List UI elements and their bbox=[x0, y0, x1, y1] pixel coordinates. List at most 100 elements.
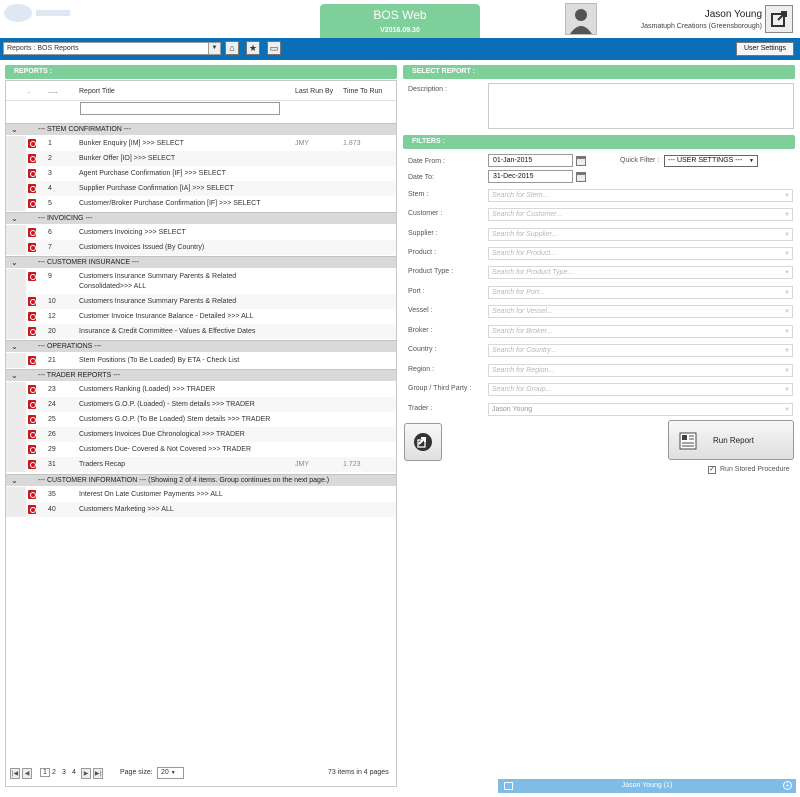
checkbox-checked-icon[interactable]: ✓ bbox=[708, 466, 716, 474]
pdf-icon bbox=[28, 184, 36, 193]
date-from-input[interactable]: 01-Jan-2015 bbox=[488, 154, 573, 167]
star-icon: ★ bbox=[248, 42, 258, 53]
broker-label: Broker : bbox=[408, 327, 433, 334]
pdf-icon bbox=[28, 297, 36, 306]
page-size-select[interactable]: 20 ▼ bbox=[157, 767, 184, 779]
broker-search-input[interactable]: Search for Broker... ▼ bbox=[488, 325, 793, 338]
col-header-last-run[interactable]: Last Run By bbox=[295, 88, 333, 95]
table-row[interactable]: 10 Customers Insurance Summary Parents & … bbox=[6, 294, 396, 309]
table-row[interactable]: 5 Customer/Broker Purchase Confirmation [… bbox=[6, 196, 396, 211]
group-header[interactable]: ⌄ --- OPERATIONS --- bbox=[6, 340, 396, 352]
group-header[interactable]: ⌄ --- CUSTOMER INSURANCE --- bbox=[6, 256, 396, 268]
pdf-icon bbox=[28, 327, 36, 336]
region-search-input[interactable]: Search for Region... ▼ bbox=[488, 364, 793, 377]
page-4-button[interactable]: 4 bbox=[72, 769, 76, 776]
next-page-button[interactable]: ▶ bbox=[81, 768, 91, 779]
page-2-button[interactable]: 2 bbox=[52, 769, 56, 776]
product-type-search-input[interactable]: Search for Product Type... ▼ bbox=[488, 266, 793, 279]
product-type-label: Product Type : bbox=[408, 268, 454, 275]
collapse-icon[interactable]: ⌄ bbox=[11, 213, 18, 225]
stem-search-input[interactable]: Search for Stem... ▼ bbox=[488, 189, 793, 202]
table-row[interactable]: 26 Customers Invoices Due Chronological >… bbox=[6, 427, 396, 442]
table-row[interactable]: 4 Supplier Purchase Confirmation [IA] >>>… bbox=[6, 181, 396, 196]
first-page-button[interactable]: |◀ bbox=[10, 768, 20, 779]
table-row[interactable]: 31 Traders Recap JMY 1.723 bbox=[6, 457, 396, 472]
stem-label: Stem : bbox=[408, 191, 429, 198]
port-search-input[interactable]: Search for Port... ▼ bbox=[488, 286, 793, 299]
table-row[interactable]: 21 Stem Positions (To Be Loaded) By ETA -… bbox=[6, 353, 396, 368]
trader-input[interactable]: Jason Young ▼ bbox=[488, 403, 793, 416]
pdf-icon bbox=[28, 445, 36, 454]
table-row[interactable]: 29 Customers Due- Covered & Not Covered >… bbox=[6, 442, 396, 457]
quick-filter-label: Quick Filter : bbox=[620, 157, 660, 164]
collapse-icon[interactable]: ⌄ bbox=[11, 124, 18, 136]
table-row[interactable]: 9 Customers Insurance Summary Parents & R… bbox=[6, 269, 396, 294]
group-header[interactable]: ⌄ --- CUSTOMER INFORMATION --- (Showing 2… bbox=[6, 474, 396, 486]
building-icon bbox=[504, 782, 513, 790]
product-search-input[interactable]: Search for Product... ▼ bbox=[488, 247, 793, 260]
user-name: Jason Young bbox=[704, 9, 762, 20]
table-row[interactable]: 24 Customers G.O.P. (Loaded) - Stem detai… bbox=[6, 397, 396, 412]
home-button[interactable]: ⌂ bbox=[225, 41, 239, 55]
page-1-button[interactable]: 1 bbox=[40, 768, 50, 777]
supplier-search-input[interactable]: Search for Supplier... ▼ bbox=[488, 228, 793, 241]
expand-icon[interactable]: + bbox=[783, 781, 792, 790]
toolbar: Reports : BOS Reports ▼ ⌂ ★ ▭ User Setti… bbox=[0, 38, 800, 60]
collapse-icon[interactable]: ⌄ bbox=[11, 257, 18, 269]
group-label: Group / Third Party : bbox=[408, 385, 472, 392]
date-to-label: Date To: bbox=[408, 174, 434, 181]
col-header-title[interactable]: Report Title bbox=[79, 88, 115, 95]
date-to-input[interactable]: 31-Dec-2015 bbox=[488, 170, 573, 183]
table-row[interactable]: 6 Customers Invoicing >>> SELECT bbox=[6, 225, 396, 240]
table-row[interactable]: 40 Customers Marketing >>> ALL bbox=[6, 502, 396, 517]
group-header[interactable]: ⌄ --- STEM CONFIRMATION --- bbox=[6, 123, 396, 135]
collapse-icon[interactable]: ⌄ bbox=[11, 370, 18, 382]
user-avatar[interactable] bbox=[565, 3, 597, 35]
col-header-number[interactable]: ..... bbox=[48, 88, 58, 95]
table-row[interactable]: 1 Bunker Enquiry [IM] >>> SELECT JMY 1.873 bbox=[6, 136, 396, 151]
group-search-input[interactable]: Search for Group... ▼ bbox=[488, 383, 793, 396]
calendar-icon[interactable] bbox=[576, 156, 586, 166]
table-row[interactable]: 25 Customers G.O.P. (To Be Loaded) Stem d… bbox=[6, 412, 396, 427]
pdf-icon bbox=[28, 430, 36, 439]
last-page-button[interactable]: ▶| bbox=[93, 768, 103, 779]
pdf-icon bbox=[28, 154, 36, 163]
table-row[interactable]: 2 Bunker Offer [IO] >>> SELECT bbox=[6, 151, 396, 166]
table-row[interactable]: 3 Agent Purchase Confirmation [IF] >>> SE… bbox=[6, 166, 396, 181]
collapse-icon[interactable]: ⌄ bbox=[11, 475, 18, 487]
table-row[interactable]: 35 Interest On Late Customer Payments >>>… bbox=[6, 487, 396, 502]
grid-header: . ..... Report Title Last Run By Time To… bbox=[6, 81, 396, 101]
export-button[interactable] bbox=[404, 423, 442, 461]
window-button[interactable]: ▭ bbox=[267, 41, 281, 55]
group-header[interactable]: ⌄ --- TRADER REPORTS --- bbox=[6, 369, 396, 381]
customer-search-input[interactable]: Search for Customer... ▼ bbox=[488, 208, 793, 221]
collapse-icon[interactable]: ⌄ bbox=[11, 341, 18, 353]
chat-bar[interactable]: Jason Young (1) + bbox=[498, 779, 796, 793]
favorites-button[interactable]: ★ bbox=[246, 41, 260, 55]
pdf-icon bbox=[28, 415, 36, 424]
calendar-icon[interactable] bbox=[576, 172, 586, 182]
col-header-time[interactable]: Time To Run bbox=[343, 88, 382, 95]
chevron-down-icon[interactable]: ▼ bbox=[208, 43, 220, 54]
prev-page-button[interactable]: ◀ bbox=[22, 768, 32, 779]
pager-summary: 73 items in 4 pages bbox=[328, 769, 389, 776]
pdf-icon bbox=[28, 356, 36, 365]
description-label: Description : bbox=[408, 86, 447, 93]
home-icon: ⌂ bbox=[229, 43, 235, 53]
pdf-icon bbox=[28, 243, 36, 252]
vessel-search-input[interactable]: Search for Vessel... ▼ bbox=[488, 305, 793, 318]
date-from-label: Date From : bbox=[408, 158, 445, 165]
run-report-button[interactable]: Run Report bbox=[668, 420, 794, 460]
country-search-input[interactable]: Search for Country... ▼ bbox=[488, 344, 793, 357]
quick-filter-select[interactable]: --- USER SETTINGS --- ▼ bbox=[664, 155, 758, 167]
table-row[interactable]: 23 Customers Ranking (Loaded) >>> TRADER bbox=[6, 382, 396, 397]
group-header[interactable]: ⌄ --- INVOICING --- bbox=[6, 212, 396, 224]
page-3-button[interactable]: 3 bbox=[62, 769, 66, 776]
table-row[interactable]: 7 Customers Invoices Issued (By Country) bbox=[6, 240, 396, 255]
user-settings-button[interactable]: User Settings bbox=[736, 42, 794, 56]
table-row[interactable]: 12 Customer Invoice Insurance Balance - D… bbox=[6, 309, 396, 324]
logout-button[interactable] bbox=[765, 5, 793, 33]
title-filter-input[interactable] bbox=[80, 102, 280, 115]
table-row[interactable]: 20 Insurance & Credit Committee - Values … bbox=[6, 324, 396, 339]
report-category-select[interactable]: Reports : BOS Reports ▼ bbox=[3, 42, 221, 55]
